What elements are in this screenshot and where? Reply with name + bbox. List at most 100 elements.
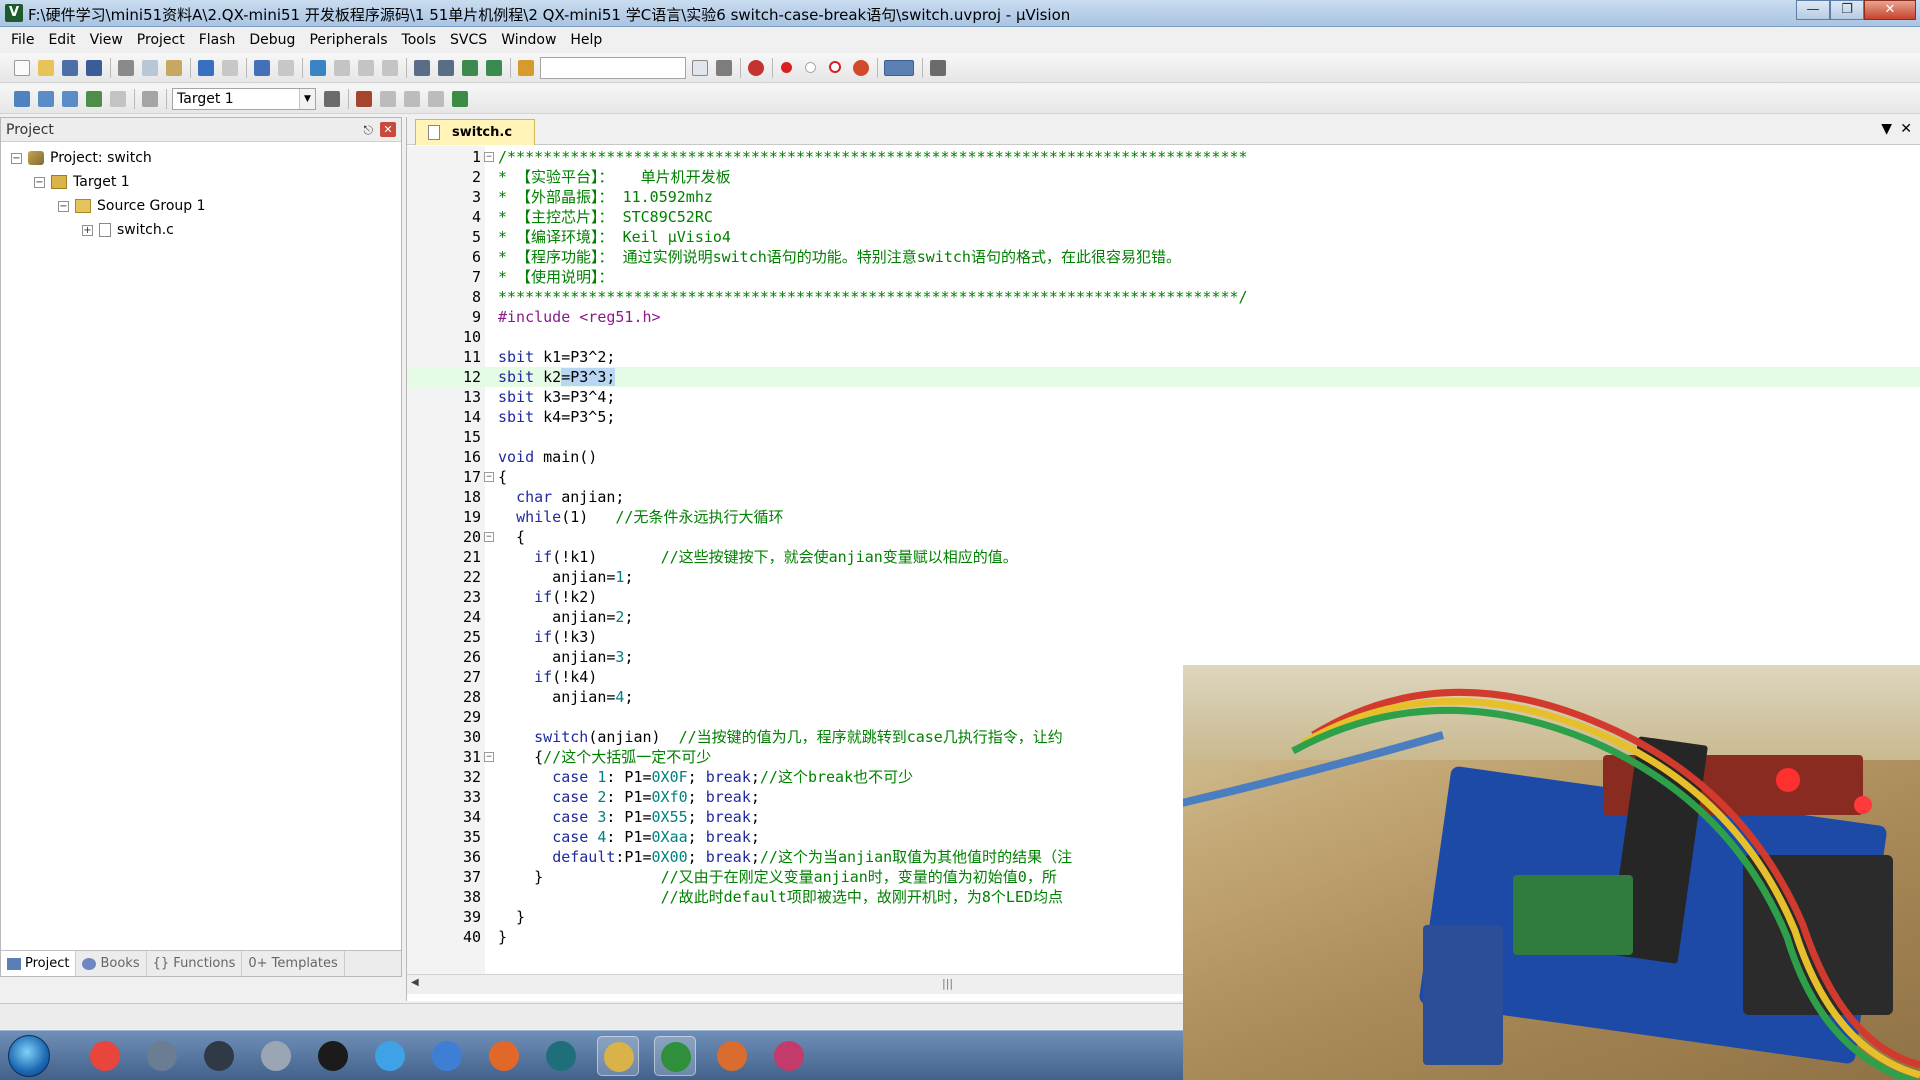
tree-expand-toggle[interactable]: + [82,224,93,236]
code-line[interactable]: 21 if(!k1) //这些按键按下，就会使anjian变量赋以相应的值。 [407,547,1920,567]
menu-peripherals[interactable]: Peripherals [302,32,394,48]
taskbar-video-icon[interactable] [198,1036,240,1076]
save-icon[interactable] [62,60,78,76]
find-combo[interactable] [540,57,686,79]
code-line[interactable]: 20− { [407,527,1920,547]
find-in-files-icon[interactable] [518,60,534,76]
unindent-icon[interactable] [438,60,454,76]
menu-view[interactable]: View [83,32,130,48]
tree-item-file[interactable]: + switch.c [82,220,174,240]
tab-templates[interactable]: 0+ Templates [242,951,345,976]
close-tab-icon[interactable]: ✕ [1900,121,1912,137]
code-line[interactable]: 17−{ [407,467,1920,487]
taskbar-chrome-icon[interactable] [84,1036,126,1076]
close-button[interactable]: ✕ [1864,0,1916,20]
cut-icon[interactable] [118,60,134,76]
target-select[interactable]: Target 1 ▼ [172,88,316,110]
tab-functions[interactable]: {} Functions [147,951,243,976]
code-line[interactable]: 11 sbit k1=P3^2; [407,347,1920,367]
tree-item-target[interactable]: − Target 1 [34,172,130,192]
find-icon[interactable] [692,60,708,76]
tree-collapse-toggle[interactable]: − [58,200,69,212]
copy-icon[interactable] [142,60,158,76]
download-icon[interactable] [142,91,158,107]
multi-project-icon[interactable] [452,91,468,107]
incremental-find-icon[interactable] [716,60,732,76]
taskbar-rainbow-app-icon[interactable] [768,1036,810,1076]
code-line[interactable]: 23 if(!k2) [407,587,1920,607]
taskbar-pdf-icon[interactable] [483,1036,525,1076]
taskbar-clapper-icon[interactable] [141,1036,183,1076]
taskbar-download-app-icon[interactable] [540,1036,582,1076]
redo-icon[interactable] [222,60,238,76]
tab-books[interactable]: Books [76,951,147,976]
menu-file[interactable]: File [4,32,41,48]
taskbar-flower-app-icon[interactable] [369,1036,411,1076]
insert-breakpoint-icon[interactable] [781,62,792,73]
menu-tools[interactable]: Tools [395,32,444,48]
code-line[interactable]: 19 while(1) //无条件永远执行大循环 [407,507,1920,527]
scroll-grip-icon[interactable]: ||| [942,977,953,990]
comment-icon[interactable] [462,60,478,76]
batch-build-icon[interactable] [86,91,102,107]
start-button[interactable] [8,1035,50,1077]
taskbar-folder-icon[interactable] [597,1036,639,1076]
taskbar-camera-icon[interactable] [255,1036,297,1076]
next-bookmark-icon[interactable] [358,60,374,76]
bookmark-icon[interactable] [310,60,326,76]
code-line[interactable]: 4 * 【主控芯片】： STC89C52RC [407,207,1920,227]
select-pack-icon[interactable] [380,91,396,107]
stop-build-icon[interactable] [110,91,126,107]
editor-tab-switch-c[interactable]: switch.c [415,119,535,145]
menu-flash[interactable]: Flash [192,32,243,48]
code-line[interactable]: 8 ***************************************… [407,287,1920,307]
window-layout-icon[interactable] [884,60,914,76]
indent-icon[interactable] [414,60,430,76]
code-line[interactable]: 15 [407,427,1920,447]
taskbar-g-app-icon[interactable] [312,1036,354,1076]
fold-toggle-icon[interactable]: − [484,472,494,482]
undo-icon[interactable] [198,60,214,76]
code-line[interactable]: 12 sbit k2=P3^3; [407,367,1920,387]
scroll-left-icon[interactable]: ◀ [411,977,419,988]
taskbar-keil-icon[interactable] [654,1036,696,1076]
code-line[interactable]: 6 * 【程序功能】： 通过实例说明switch语句的功能。特别注意switch语… [407,247,1920,267]
fold-toggle-icon[interactable]: − [484,532,494,542]
code-line[interactable]: 2 * 【实验平台】： 单片机开发板 [407,167,1920,187]
fold-toggle-icon[interactable]: − [484,752,494,762]
paste-icon[interactable] [166,60,182,76]
disable-breakpoints-icon[interactable] [829,61,841,73]
menu-window[interactable]: Window [494,32,563,48]
enable-breakpoint-icon[interactable] [805,62,816,73]
manage-rte-icon[interactable] [404,91,420,107]
prev-bookmark-icon[interactable] [334,60,350,76]
open-file-icon[interactable] [38,60,54,76]
target-options-icon[interactable] [324,91,340,107]
minimize-button[interactable]: — [1796,0,1830,20]
save-all-icon[interactable] [86,60,102,76]
menu-edit[interactable]: Edit [41,32,82,48]
navigate-forward-icon[interactable] [278,60,294,76]
debug-session-icon[interactable] [748,60,764,76]
tab-list-icon[interactable]: ▼ [1881,121,1892,137]
menu-help[interactable]: Help [563,32,609,48]
fold-toggle-icon[interactable]: − [484,152,494,162]
code-line[interactable]: 22 anjian=1; [407,567,1920,587]
tree-item-project[interactable]: − Project: switch [11,148,152,168]
close-icon[interactable]: ✕ [380,122,396,137]
new-file-icon[interactable] [14,60,30,76]
tree-collapse-toggle[interactable]: − [11,152,22,164]
pin-icon[interactable]: ⎋ [364,123,374,138]
code-line[interactable]: 25 if(!k3) [407,627,1920,647]
taskbar-fox-app-icon[interactable] [711,1036,753,1076]
code-line[interactable]: 3 * 【外部晶振】： 11.0592mhz [407,187,1920,207]
menu-project[interactable]: Project [130,32,192,48]
tree-collapse-toggle[interactable]: − [34,176,45,188]
code-line[interactable]: 18 char anjian; [407,487,1920,507]
clear-bookmarks-icon[interactable] [382,60,398,76]
code-line[interactable]: 1−/*************************************… [407,147,1920,167]
manage-components-icon[interactable] [356,91,372,107]
code-line[interactable]: 14 sbit k4=P3^5; [407,407,1920,427]
code-line[interactable]: 10 [407,327,1920,347]
menu-debug[interactable]: Debug [242,32,302,48]
